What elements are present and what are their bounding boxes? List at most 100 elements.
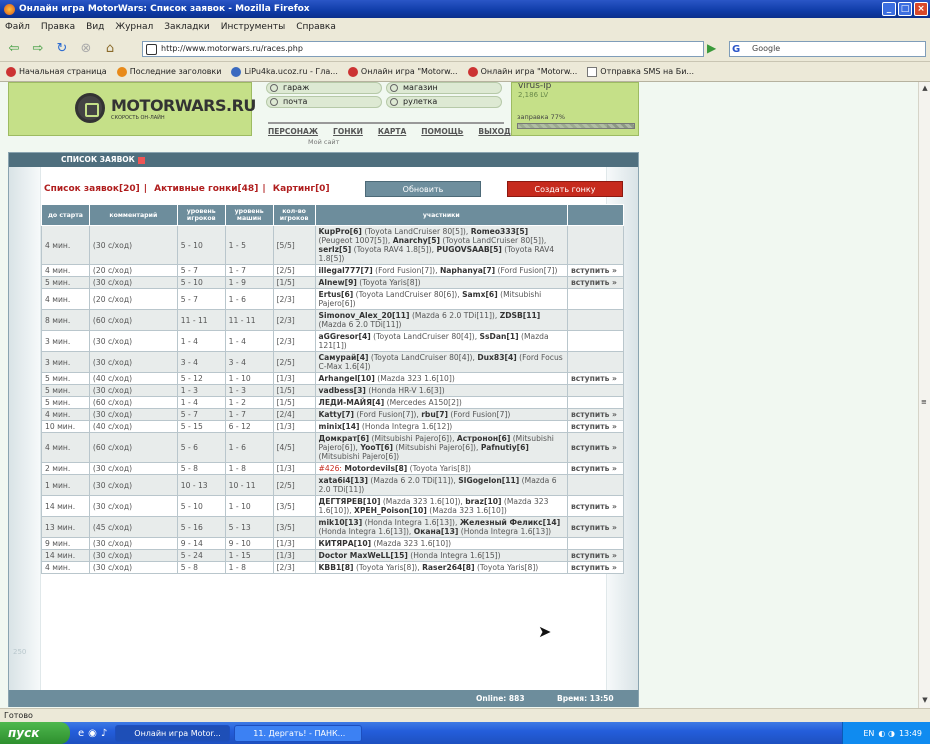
participant-name[interactable]: КИТЯРА[10] xyxy=(319,539,372,548)
stop-icon[interactable]: ⊗ xyxy=(76,40,96,58)
menu-garage[interactable]: гараж xyxy=(266,82,382,94)
tab-active-races[interactable]: Активные гонки[48] xyxy=(154,184,258,194)
scroll-thumb[interactable]: ≡ xyxy=(921,398,927,406)
menu-item[interactable]: Инструменты xyxy=(221,22,285,32)
participant-name[interactable]: Dux83[4] xyxy=(477,353,516,362)
participant-name[interactable]: Астронон[6] xyxy=(457,434,510,443)
participant-name[interactable]: mik10[13] xyxy=(319,518,363,527)
participant-name[interactable]: PUGOVSAAB[5] xyxy=(437,245,502,254)
join-link[interactable]: вступить » xyxy=(566,561,625,574)
participant-name[interactable]: SsDan[1] xyxy=(480,332,519,341)
reload-icon[interactable]: ↻ xyxy=(52,40,72,58)
join-link[interactable]: вступить » xyxy=(566,432,625,463)
site-nav-link[interactable]: ПОМОЩЬ xyxy=(421,127,463,136)
bookmark-item[interactable]: Онлайн игра "Motorw... xyxy=(467,66,577,77)
participant-name[interactable]: Окана[13] xyxy=(414,527,459,536)
participant-name[interactable]: Naphanya[7] xyxy=(440,266,495,275)
participant-name[interactable]: Ertus[6] xyxy=(319,290,354,299)
menu-item[interactable]: Закладки xyxy=(164,22,210,32)
join-link[interactable]: вступить » xyxy=(566,462,625,475)
participant-name[interactable]: Самурай[4] xyxy=(319,353,369,362)
join-link[interactable]: вступить » xyxy=(566,549,625,562)
user-name[interactable]: virus-ip xyxy=(518,82,551,91)
participant-name[interactable]: KBB1[8] xyxy=(319,563,354,572)
join-link[interactable]: вступить » xyxy=(566,264,625,277)
participant-name[interactable]: Samx[6] xyxy=(462,290,498,299)
participant-name[interactable]: rbu[7] xyxy=(421,410,448,419)
create-race-button[interactable]: Создать гонку xyxy=(507,181,623,197)
site-nav-link[interactable]: КАРТА xyxy=(378,127,406,136)
tab-requests[interactable]: Список заявок[20] xyxy=(44,184,140,194)
participant-name[interactable]: Anarchy[5] xyxy=(393,236,440,245)
collapse-icon[interactable] xyxy=(137,156,145,164)
taskbar-item-player[interactable]: 11. Дергать! - ПАНК... xyxy=(234,724,363,742)
participant-name[interactable]: Alnew[9] xyxy=(319,278,357,287)
maximize-button[interactable]: □ xyxy=(898,2,912,16)
participant-name[interactable]: Motordevils[8] xyxy=(344,464,407,473)
bookmark-item[interactable]: Начальная страница xyxy=(6,66,107,77)
join-link[interactable]: вступить » xyxy=(566,420,625,433)
participant-name[interactable]: aGGresor[4] xyxy=(319,332,371,341)
join-link[interactable]: вступить » xyxy=(566,516,625,538)
menu-item[interactable]: Журнал xyxy=(115,22,153,32)
minimize-button[interactable]: _ xyxy=(882,2,896,16)
participant-name[interactable]: braz[10] xyxy=(465,497,501,506)
close-button[interactable]: × xyxy=(914,2,928,16)
menu-mail[interactable]: почта xyxy=(266,96,382,108)
join-link[interactable]: вступить » xyxy=(566,495,625,517)
forward-icon[interactable]: ⇨ xyxy=(28,40,48,58)
back-icon[interactable]: ⇦ xyxy=(4,40,24,58)
language-indicator[interactable]: EN xyxy=(863,729,874,738)
vertical-scrollbar[interactable]: ▲ ≡ ▼ xyxy=(918,82,930,708)
site-nav-link[interactable]: ВЫХОД xyxy=(478,127,510,136)
ie-icon[interactable]: e xyxy=(78,728,84,739)
participant-name[interactable]: xata6i4[13] xyxy=(319,476,368,485)
menu-item[interactable]: Вид xyxy=(86,22,104,32)
bookmark-item[interactable]: Последние заголовки xyxy=(116,66,221,77)
participant-name[interactable]: KupPro[6] xyxy=(319,227,362,236)
join-link[interactable]: вступить » xyxy=(566,408,625,421)
participant-name[interactable]: YooT[6] xyxy=(360,443,393,452)
participant-name[interactable]: Doctor MaxWeLL[15] xyxy=(319,551,408,560)
participant-name[interactable]: XPEH_Poison[10] xyxy=(354,506,427,515)
tab-karting[interactable]: Картинг[0] xyxy=(273,184,330,194)
participant-name[interactable]: Железный Феликс[14] xyxy=(460,518,560,527)
menu-roulette[interactable]: рулетка xyxy=(386,96,502,108)
participant-name[interactable]: minix[14] xyxy=(319,422,360,431)
menu-shop[interactable]: магазин xyxy=(386,82,502,94)
participant-name[interactable]: Arhangel[10] xyxy=(319,374,375,383)
join-link[interactable]: вступить » xyxy=(566,276,625,289)
participant-name[interactable]: Pafnutiy[6] xyxy=(481,443,529,452)
search-input[interactable]: G Google xyxy=(729,41,926,57)
join-link[interactable]: вступить » xyxy=(566,372,625,385)
participant-name[interactable]: serlz[5] xyxy=(319,245,352,254)
participant-name[interactable]: ЛЕДИ-МАЙЯ[4] xyxy=(319,398,385,407)
my-site-link[interactable]: Мой сайт xyxy=(308,138,339,146)
url-field[interactable]: http://www.motorwars.ru/races.php xyxy=(142,41,704,57)
refresh-button[interactable]: Обновить xyxy=(365,181,481,197)
menu-item[interactable]: Справка xyxy=(296,22,336,32)
site-logo[interactable]: MOTORWARS.RU СКОРОСТЬ ОН-ЛАЙН xyxy=(75,93,256,123)
participant-name[interactable]: SIGogelon[11] xyxy=(458,476,519,485)
site-nav-link[interactable]: ГОНКИ xyxy=(333,127,363,136)
scroll-down-icon[interactable]: ▼ xyxy=(920,696,930,706)
menu-item[interactable]: Правка xyxy=(41,22,75,32)
bookmark-item[interactable]: Отправка SMS на Би... xyxy=(587,66,694,77)
bookmark-item[interactable]: LiPu4ka.ucoz.ru - Гла... xyxy=(231,66,338,77)
participant-name[interactable]: Romeo333[5] xyxy=(471,227,528,236)
participant-name[interactable]: ДЕГТЯРЕВ[10] xyxy=(319,497,381,506)
participant-name[interactable]: Raser264[8] xyxy=(422,563,474,572)
scroll-up-icon[interactable]: ▲ xyxy=(920,84,930,94)
firefox-quicklaunch-icon[interactable]: ◉ xyxy=(88,728,97,739)
participant-name[interactable]: Katty[7] xyxy=(319,410,354,419)
participant-name[interactable]: Simonov_Alex_20[11] xyxy=(319,311,410,320)
participant-name[interactable]: Домкрат[6] xyxy=(319,434,370,443)
taskbar-item-firefox[interactable]: Онлайн игра Motor... xyxy=(115,724,231,742)
media-icon[interactable]: ♪ xyxy=(101,728,107,739)
go-icon[interactable]: ▶ xyxy=(707,41,716,55)
home-icon[interactable]: ⌂ xyxy=(100,40,120,58)
start-button[interactable]: пуск xyxy=(0,722,70,744)
site-nav-link[interactable]: ПЕРСОНАЖ xyxy=(268,127,318,136)
participant-name[interactable]: ZDSB[11] xyxy=(500,311,541,320)
participant-name[interactable]: vadbess[3] xyxy=(319,386,366,395)
